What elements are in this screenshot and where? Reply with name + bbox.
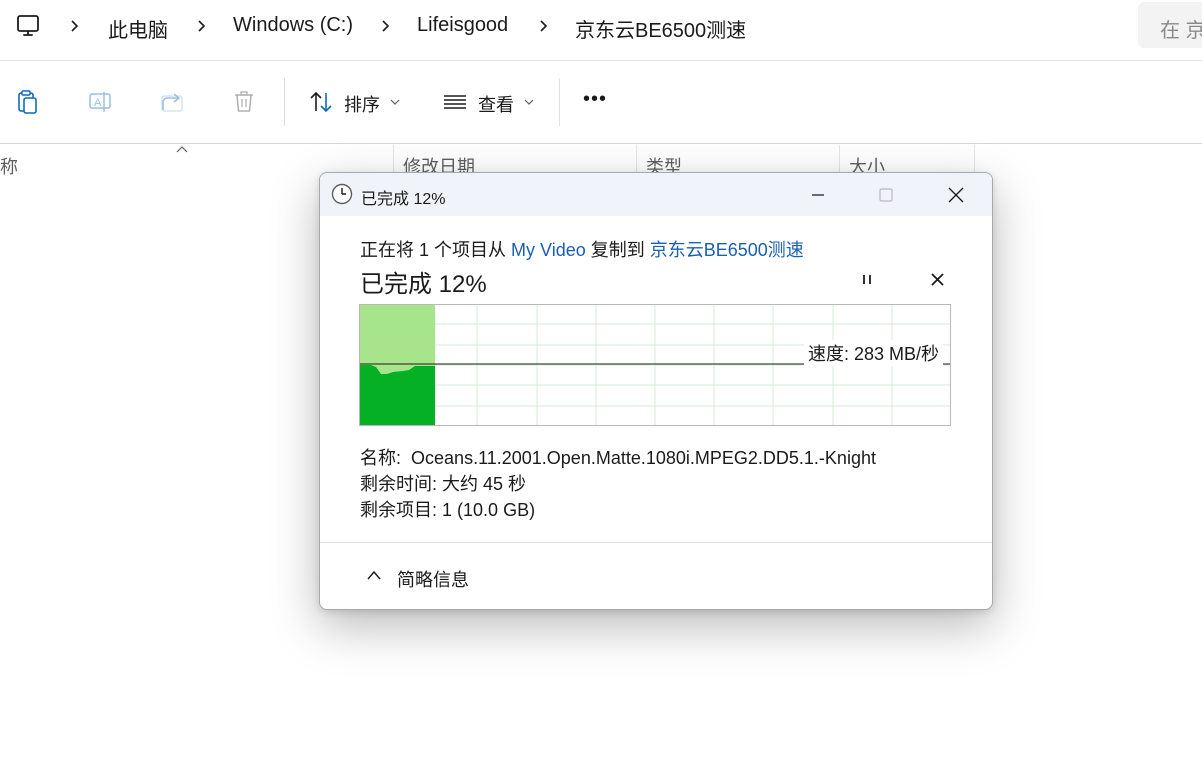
sort-ascending-icon xyxy=(176,146,188,153)
share-icon[interactable] xyxy=(158,88,186,116)
chevron-up-icon[interactable] xyxy=(366,569,382,581)
progress-heading: 已完成 12% xyxy=(360,271,487,298)
chevron-right-icon[interactable] xyxy=(379,16,393,36)
view-button[interactable]: 查看 xyxy=(478,91,514,117)
divider xyxy=(0,60,1202,61)
rename-icon[interactable]: A xyxy=(86,88,114,116)
name-label: 名称: xyxy=(360,448,402,468)
chevron-down-icon[interactable] xyxy=(390,98,400,106)
speed-label: 速度: 283 MB/秒 xyxy=(803,340,943,366)
breadcrumb-lifeisgood[interactable]: Lifeisgood xyxy=(417,14,508,37)
breadcrumb-current-folder[interactable]: 京东云BE6500测速 xyxy=(575,14,746,43)
clock-icon xyxy=(331,183,353,205)
search-box[interactable]: 在 京 xyxy=(1138,2,1202,48)
copy-prefix: 正在将 1 个项目从 xyxy=(360,240,512,260)
divider xyxy=(0,143,1202,144)
file-name-row: 名称: Oceans.11.2001.Open.Matte.1080i.MPEG… xyxy=(360,444,876,470)
column-header-name[interactable]: 称 xyxy=(0,153,18,179)
speed-area xyxy=(360,365,435,425)
toolbar-separator xyxy=(559,78,560,126)
time-remaining-row: 剩余时间: 大约 45 秒 xyxy=(360,470,526,496)
name-value: Oceans.11.2001.Open.Matte.1080i.MPEG2.DD… xyxy=(411,448,876,468)
chevron-right-icon[interactable] xyxy=(195,16,209,36)
items-label: 剩余项目: xyxy=(360,500,438,520)
items-remaining-row: 剩余项目: 1 (10.0 GB) xyxy=(360,496,535,522)
chevron-right-icon[interactable] xyxy=(68,16,82,36)
chevron-down-icon[interactable] xyxy=(524,98,534,106)
more-options-button[interactable]: ••• xyxy=(583,88,607,111)
search-placeholder: 在 京 xyxy=(1160,20,1202,42)
cancel-copy-icon[interactable] xyxy=(927,269,949,291)
destination-link[interactable]: 京东云BE6500测速 xyxy=(650,240,804,260)
delete-icon[interactable] xyxy=(230,88,258,116)
minimize-icon[interactable] xyxy=(795,179,841,211)
dialog-titlebar[interactable]: 已完成 12% xyxy=(320,173,992,216)
chevron-right-icon[interactable] xyxy=(537,16,551,36)
view-icon[interactable] xyxy=(441,88,469,116)
breadcrumb-windows-c[interactable]: Windows (C:) xyxy=(233,14,353,37)
copy-description: 正在将 1 个项目从 My Video 复制到 京东云BE6500测速 xyxy=(360,236,804,262)
clipboard-icon[interactable] xyxy=(14,88,42,116)
close-icon[interactable] xyxy=(933,179,979,211)
computer-icon[interactable] xyxy=(14,12,42,40)
toolbar-separator xyxy=(284,78,285,126)
source-link[interactable]: My Video xyxy=(511,240,586,260)
sort-button[interactable]: 排序 xyxy=(344,91,380,117)
items-value: 1 (10.0 GB) xyxy=(442,500,536,520)
time-label: 剩余时间: xyxy=(360,474,438,494)
copy-progress-dialog: 已完成 12% 正在将 1 个项目从 My Video 复制到 京东云BE650… xyxy=(319,172,993,610)
breadcrumb-this-pc[interactable]: 此电脑 xyxy=(108,14,168,43)
sort-icon[interactable] xyxy=(307,88,335,116)
svg-text:A: A xyxy=(94,97,102,109)
fewer-details-button[interactable]: 简略信息 xyxy=(397,566,469,592)
maximize-icon xyxy=(879,188,893,202)
copy-mid: 复制到 xyxy=(585,240,650,260)
time-value: 大约 45 秒 xyxy=(442,474,527,494)
dialog-title: 已完成 12% xyxy=(361,191,446,208)
pause-icon[interactable] xyxy=(856,269,878,291)
address-bar: 此电脑 Windows (C:) Lifeisgood 京东云BE6500测速 … xyxy=(0,0,1202,52)
divider xyxy=(320,542,992,543)
